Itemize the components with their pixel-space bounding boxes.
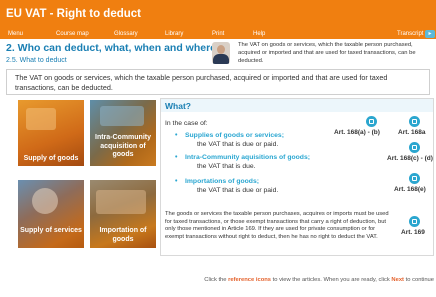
book-icon [412, 219, 417, 224]
tile-importation-of-goods[interactable]: Importation of goods [90, 180, 156, 248]
reference-icon[interactable] [409, 142, 420, 153]
tile-label: Supply of services [20, 227, 82, 234]
reference-icon[interactable] [366, 116, 377, 127]
tile-label: Supply of goods [23, 154, 79, 162]
book-icon [369, 119, 374, 124]
tile-label: Intra-Community acquisition of goods [95, 134, 151, 158]
footer-instructions: Click the reference icons to view the ar… [204, 277, 434, 283]
item-title: Importations of goods; [185, 178, 260, 185]
footer-text: to continue [405, 277, 434, 283]
panel-header: What? [161, 99, 433, 112]
item-sub: the VAT that is due. [197, 163, 256, 170]
menu-bar: Menu Course map Glossary Library Print H… [0, 30, 436, 39]
avatar-head [217, 45, 225, 54]
intro-box: The VAT on goods or services, which the … [6, 69, 430, 95]
menu-item-course-map[interactable]: Course map [56, 31, 89, 37]
book-icon [412, 176, 417, 181]
avatar-body [213, 54, 229, 64]
item-title: Intra-Community aquisitions of goods; [185, 154, 310, 161]
tile-illustration [96, 190, 146, 214]
bullet-icon: • [175, 132, 178, 139]
panel-paragraph: The goods or services the taxable person… [165, 211, 389, 240]
menu-item-print[interactable]: Print [212, 31, 224, 37]
tile-illustration [26, 108, 56, 130]
menu-item-glossary[interactable]: Glossary [114, 31, 138, 37]
window-title: EU VAT - Right to deduct [6, 8, 142, 20]
tile-intra-community[interactable]: Intra-Community acquisition of goods [90, 100, 156, 166]
reference-icon[interactable] [409, 216, 420, 227]
bullet-icon: • [175, 178, 178, 185]
item-sub: the VAT that is due or paid. [197, 141, 279, 148]
toggle-icon[interactable]: ▸ [425, 30, 435, 38]
tile-illustration [100, 106, 144, 126]
panel-intro: In the case of: [165, 120, 208, 127]
footer-highlight: reference icons [228, 277, 271, 283]
tile-supply-of-goods[interactable]: Supply of goods [18, 100, 84, 166]
book-icon [412, 145, 417, 150]
book-icon [412, 119, 417, 124]
footer-next: Next [391, 277, 404, 283]
ref-art-169: Art. 169 [401, 229, 425, 236]
presenter-avatar [212, 42, 230, 64]
page-title: 2. Who can deduct, what, when and where? [6, 42, 223, 54]
bullet-icon: • [175, 154, 178, 161]
footer-text: to view the articles. When you are ready… [272, 277, 390, 283]
tile-illustration [32, 188, 58, 214]
menu-item-help[interactable]: Help [253, 31, 265, 37]
menu-item-transcript[interactable]: Transcript [397, 31, 423, 37]
item-sub: the VAT that is due or paid. [197, 187, 279, 194]
footer-text: Click the [204, 277, 227, 283]
item-title: Supplies of goods or services; [185, 132, 284, 139]
menu-item-menu[interactable]: Menu [8, 31, 23, 37]
menu-item-library[interactable]: Library [165, 31, 183, 37]
reference-icon[interactable] [409, 116, 420, 127]
ref-art-168a-b: Art. 168(a) - (b) [334, 129, 380, 136]
tile-label: Importation of goods [99, 227, 147, 243]
title-bar: EU VAT - Right to deduct [0, 0, 436, 30]
page-subtitle: 2.5. What to deduct [6, 57, 67, 64]
ref-art-168a: Art. 168a [398, 129, 426, 136]
ref-art-168e: Art. 168(e) [394, 186, 426, 193]
reference-icon[interactable] [409, 173, 420, 184]
panel-title: What? [165, 101, 191, 111]
tile-supply-of-services[interactable]: Supply of services [18, 180, 84, 248]
speech-bubble: The VAT on goods or services, which the … [238, 42, 416, 64]
content-panel: What? In the case of: • Supplies of good… [160, 98, 434, 256]
ref-art-168c-d: Art. 168(c) - (d) [387, 155, 433, 162]
